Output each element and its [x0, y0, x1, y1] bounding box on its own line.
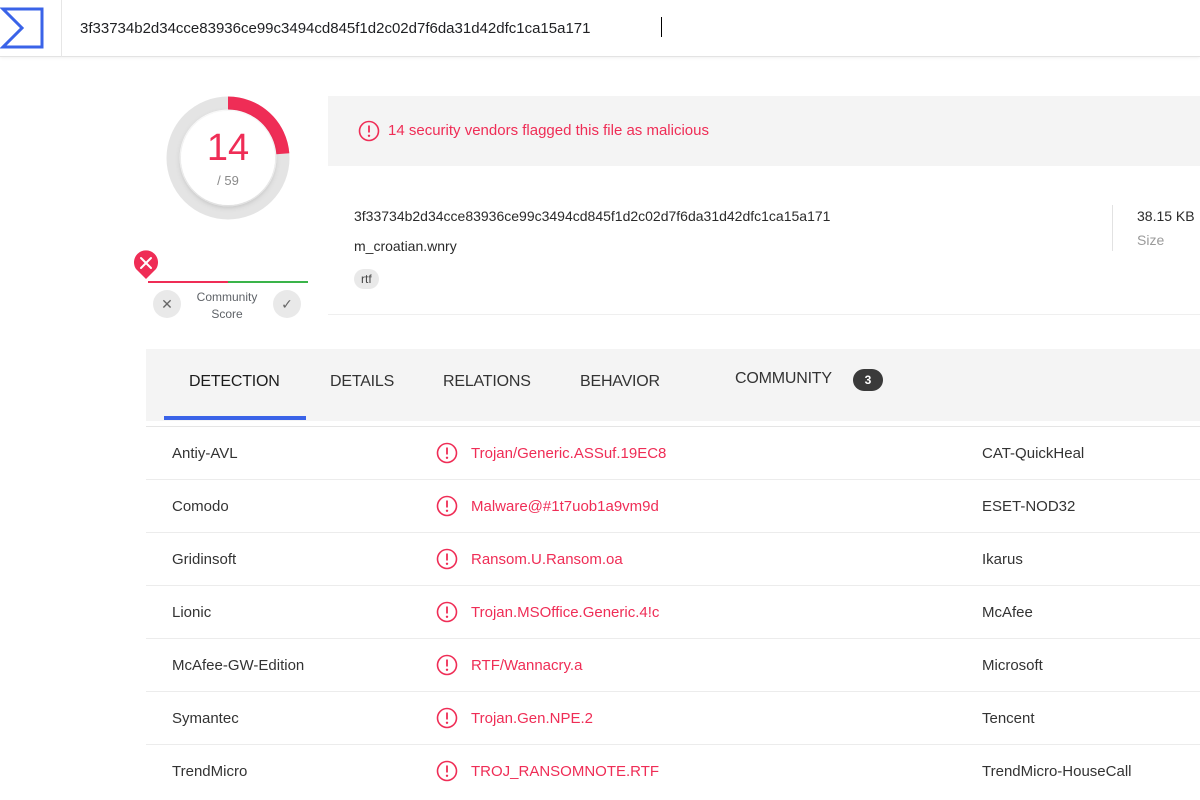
table-row: Gridinsoft Ransom.U.Ransom.oa Ikarus: [146, 532, 1200, 585]
file-tag[interactable]: rtf: [354, 269, 379, 289]
vendor-name: TrendMicro-HouseCall: [982, 763, 1132, 780]
tab-relations[interactable]: RELATIONS: [443, 373, 531, 391]
vote-malicious-button[interactable]: ✕: [153, 290, 181, 318]
file-name: m_croatian.wnry: [354, 238, 457, 254]
engine-total: / 59: [217, 173, 239, 188]
alert-icon: [436, 760, 458, 782]
community-label-line1: Community: [196, 290, 258, 304]
alert-icon: [436, 548, 458, 570]
x-icon: ✕: [161, 296, 173, 312]
vendor-name: Comodo: [172, 498, 229, 515]
file-info-card: 3f33734b2d34cce83936ce99c3494cd845f1d2c0…: [328, 170, 1200, 315]
table-row: TrendMicro TROJ_RANSOMNOTE.RTF TrendMicr…: [146, 744, 1200, 797]
tab-details[interactable]: DETAILS: [330, 373, 394, 391]
community-score-label: Community Score: [188, 289, 266, 323]
vendor-name: ESET-NOD32: [982, 498, 1076, 515]
detection-result: Malware@#1t7uob1a9vm9d: [471, 498, 659, 515]
community-label-line2: Score: [211, 307, 243, 321]
detection-result: Ransom.U.Ransom.oa: [471, 551, 623, 568]
file-hash: 3f33734b2d34cce83936ce99c3494cd845f1d2c0…: [354, 208, 831, 224]
search-input[interactable]: [80, 14, 1180, 42]
divider: [1112, 205, 1113, 251]
alert-icon: [436, 442, 458, 464]
detection-score-gauge: 14 / 59: [165, 95, 291, 221]
file-size-label: Size: [1137, 232, 1165, 248]
community-bar-malicious: [148, 281, 228, 283]
vendor-name: Gridinsoft: [172, 551, 237, 568]
detection-result: Trojan.MSOffice.Generic.4!c: [471, 604, 660, 621]
alert-icon: [436, 495, 458, 517]
file-size-value: 38.15 KB: [1137, 208, 1195, 224]
top-search-bar: [0, 0, 1200, 57]
detection-result: Trojan/Generic.ASSuf.19EC8: [471, 445, 667, 462]
active-tab-indicator: [164, 416, 306, 420]
vendor-name: Microsoft: [982, 657, 1043, 674]
vendor-name: Lionic: [172, 604, 212, 621]
vendor-name: Tencent: [982, 710, 1035, 727]
detection-count: 14: [206, 127, 250, 169]
check-icon: ✓: [281, 296, 293, 312]
alert-icon: [358, 120, 380, 142]
table-row: Antiy-AVL Trojan/Generic.ASSuf.19EC8 CAT…: [146, 426, 1200, 479]
tab-detection[interactable]: DETECTION: [189, 373, 280, 391]
vote-harmless-button[interactable]: ✓: [273, 290, 301, 318]
vendor-name: CAT-QuickHeal: [982, 445, 1085, 462]
table-row: Lionic Trojan.MSOffice.Generic.4!c McAfe…: [146, 585, 1200, 638]
vendor-name: McAfee: [982, 604, 1033, 621]
virustotal-logo[interactable]: [0, 0, 62, 57]
text-caret: [661, 17, 662, 37]
malicious-alert-banner: 14 security vendors flagged this file as…: [328, 96, 1200, 166]
vendor-name: Ikarus: [982, 551, 1023, 568]
table-row: Comodo Malware@#1t7uob1a9vm9d ESET-NOD32: [146, 479, 1200, 532]
alert-icon: [436, 601, 458, 623]
table-row: McAfee-GW-Edition RTF/Wannacry.a Microso…: [146, 638, 1200, 691]
detection-result: Trojan.Gen.NPE.2: [471, 710, 593, 727]
alert-icon: [436, 707, 458, 729]
vendor-name: Symantec: [172, 710, 239, 727]
detection-result: RTF/Wannacry.a: [471, 657, 583, 674]
report-tabs: DETECTION DETAILS RELATIONS BEHAVIOR COM…: [146, 349, 1200, 421]
alert-icon: [436, 654, 458, 676]
vendor-name: TrendMicro: [172, 763, 248, 780]
detection-result: TROJ_RANSOMNOTE.RTF: [471, 763, 660, 780]
tab-behavior[interactable]: BEHAVIOR: [580, 373, 660, 391]
vendor-name: Antiy-AVL: [172, 445, 238, 462]
community-score-badge-icon: [134, 250, 158, 279]
detection-table: Antiy-AVL Trojan/Generic.ASSuf.19EC8 CAT…: [146, 426, 1200, 797]
sigma-logo-icon: [0, 7, 44, 49]
vendor-name: McAfee-GW-Edition: [172, 657, 305, 674]
community-count-badge: 3: [853, 369, 883, 391]
alert-text: 14 security vendors flagged this file as…: [388, 122, 709, 139]
table-row: Symantec Trojan.Gen.NPE.2 Tencent: [146, 691, 1200, 744]
tab-community[interactable]: COMMUNITY: [735, 370, 832, 388]
community-bar-harmless: [228, 281, 308, 283]
